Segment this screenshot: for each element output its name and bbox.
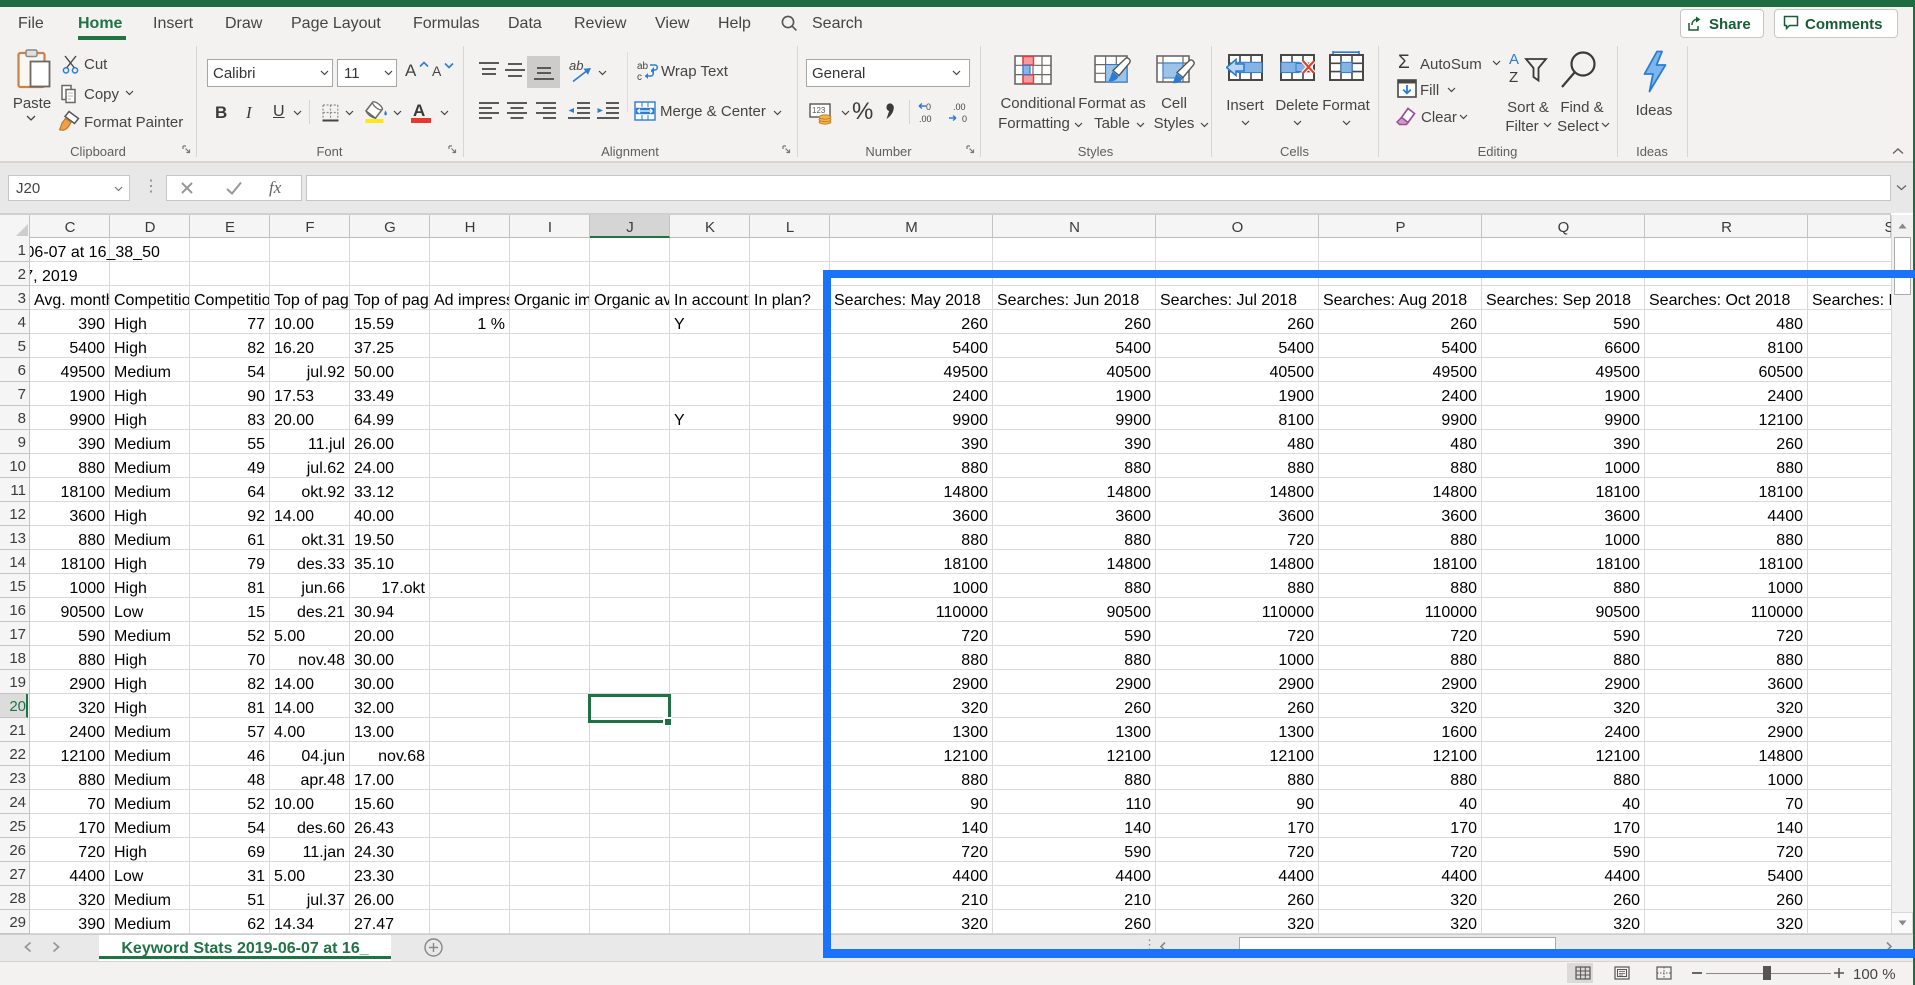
svg-text:123: 123: [812, 106, 826, 115]
svg-text:ab: ab: [637, 61, 649, 72]
svg-text:0: 0: [962, 114, 967, 124]
svg-text:.00: .00: [919, 114, 932, 124]
svg-text:.00: .00: [953, 102, 966, 112]
svg-text:c: c: [637, 72, 642, 82]
svg-text:0: 0: [926, 102, 931, 112]
